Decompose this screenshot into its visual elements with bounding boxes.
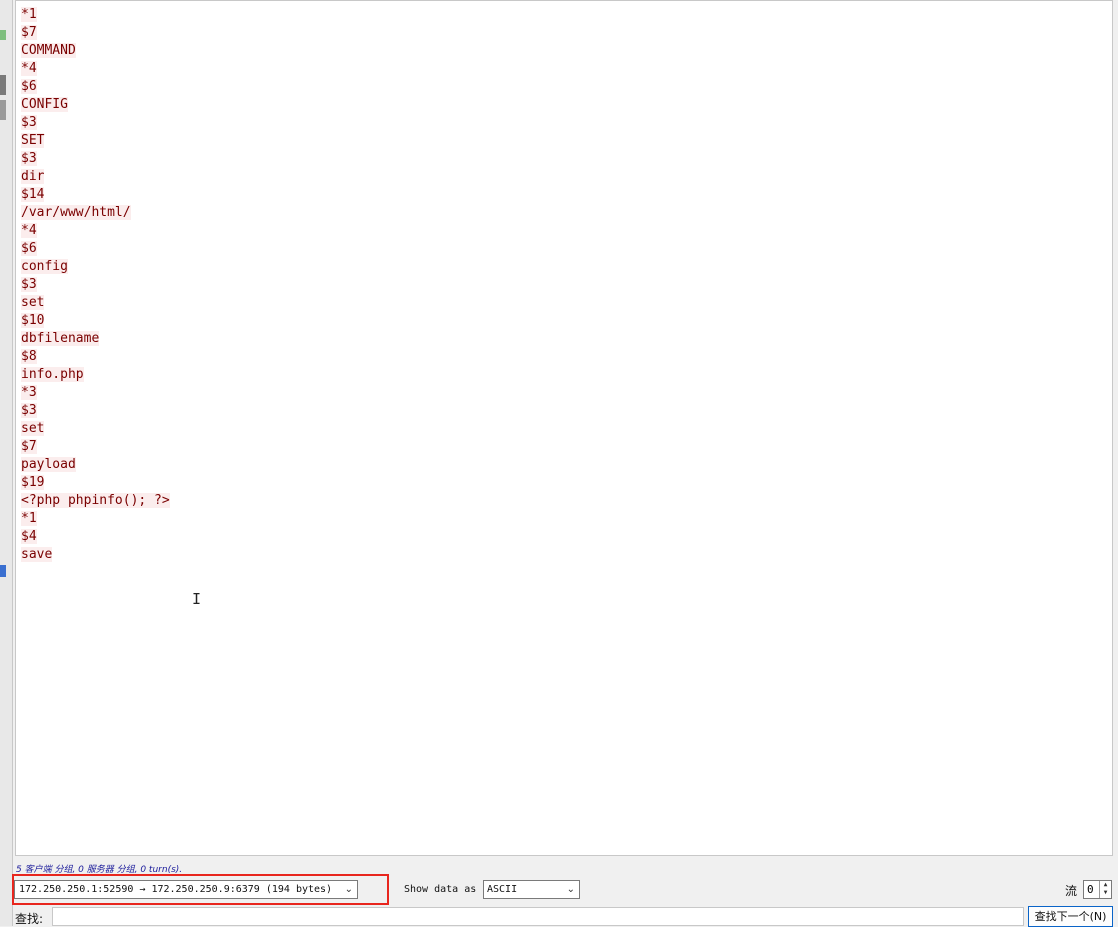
stream-line: $3 <box>21 150 170 168</box>
stream-line-text: $6 <box>21 241 37 256</box>
stream-line: $3 <box>21 114 170 132</box>
stream-line: $3 <box>21 276 170 294</box>
stream-line: $3 <box>21 402 170 420</box>
left-background-strip <box>0 0 13 926</box>
stream-line: $10 <box>21 312 170 330</box>
stream-line-text: *1 <box>21 7 37 22</box>
background-bar <box>0 565 6 577</box>
stream-line-text: CONFIG <box>21 97 68 112</box>
show-data-value: ASCII <box>487 884 518 895</box>
background-bar <box>0 30 6 40</box>
stream-line-text: $7 <box>21 439 37 454</box>
stream-line: save <box>21 546 170 564</box>
stream-line-text: /var/www/html/ <box>21 205 131 220</box>
stream-line-text: COMMAND <box>21 43 76 58</box>
stream-line: $6 <box>21 78 170 96</box>
stream-line: $6 <box>21 240 170 258</box>
find-next-button[interactable]: 查找下一个(N) <box>1028 906 1113 927</box>
stream-line: <?php phpinfo(); ?> <box>21 492 170 510</box>
stream-line-text: config <box>21 259 68 274</box>
stream-line: *4 <box>21 222 170 240</box>
stream-line-text: $7 <box>21 25 37 40</box>
stream-line: *1 <box>21 510 170 528</box>
stream-line: config <box>21 258 170 276</box>
stream-line: $7 <box>21 24 170 42</box>
stream-line: *4 <box>21 60 170 78</box>
spin-arrows-icon[interactable]: ▲ ▼ <box>1099 881 1111 898</box>
stream-line-text: *4 <box>21 223 37 238</box>
stream-line-text: $10 <box>21 313 45 328</box>
stream-line-text: <?php phpinfo(); ?> <box>21 493 170 508</box>
background-bar <box>0 75 6 95</box>
stream-line-text: $6 <box>21 79 37 94</box>
conversation-select[interactable]: 172.250.250.1:52590 → 172.250.250.9:6379… <box>14 880 358 899</box>
stream-line-text: $14 <box>21 187 45 202</box>
stream-line-text: *4 <box>21 61 37 76</box>
stream-line-text: set <box>21 421 45 436</box>
stream-line-text: $19 <box>21 475 45 490</box>
stream-content-pane[interactable]: *1 $7 COMMAND *4 $6 CONFIG $3 SET $3 dir $14/var/w… <box>15 0 1113 856</box>
stream-line-text: $3 <box>21 277 37 292</box>
stream-line: $19 <box>21 474 170 492</box>
stream-line: SET <box>21 132 170 150</box>
show-data-select[interactable]: ASCII ⌄ <box>483 880 580 899</box>
stream-line: dir <box>21 168 170 186</box>
stream-line: *1 <box>21 6 170 24</box>
stream-index-spinner[interactable]: 0 ▲ ▼ <box>1083 880 1112 899</box>
stream-line-text: $3 <box>21 403 37 418</box>
text-cursor-icon: I <box>192 590 202 608</box>
chevron-down-icon: ⌄ <box>344 884 353 895</box>
background-bar <box>0 100 6 120</box>
stream-line: set <box>21 294 170 312</box>
stream-line-text: $3 <box>21 151 37 166</box>
stream-line: $4 <box>21 528 170 546</box>
stream-lines: *1 $7 COMMAND *4 $6 CONFIG $3 SET $3 dir $14/var/w… <box>21 6 170 564</box>
stream-line-text: $8 <box>21 349 37 364</box>
stream-line: set <box>21 420 170 438</box>
stream-index-value: 0 <box>1087 883 1094 896</box>
stream-line-text: info.php <box>21 367 84 382</box>
conversation-select-value: 172.250.250.1:52590 → 172.250.250.9:6379… <box>19 884 333 895</box>
stream-line-text: save <box>21 547 53 562</box>
stream-line: payload <box>21 456 170 474</box>
stream-line-text: set <box>21 295 45 310</box>
stream-line: $7 <box>21 438 170 456</box>
find-label: 查找: <box>15 912 44 926</box>
stream-line: $8 <box>21 348 170 366</box>
stream-line-text: $4 <box>21 529 37 544</box>
stream-index-label: 流 <box>1065 884 1078 898</box>
stream-line: dbfilename <box>21 330 170 348</box>
stream-line-text: dir <box>21 169 45 184</box>
stream-line: $14 <box>21 186 170 204</box>
stream-line-text: *3 <box>21 385 37 400</box>
find-input[interactable] <box>52 907 1024 926</box>
stream-line-text: SET <box>21 133 45 148</box>
stream-line-text: $3 <box>21 115 37 130</box>
chevron-down-icon: ⌄ <box>566 884 575 895</box>
stream-line: COMMAND <box>21 42 170 60</box>
stream-line: CONFIG <box>21 96 170 114</box>
stream-line: *3 <box>21 384 170 402</box>
show-data-label: Show data as <box>404 884 477 895</box>
stream-line-text: payload <box>21 457 76 472</box>
stream-line: info.php <box>21 366 170 384</box>
stream-line: /var/www/html/ <box>21 204 170 222</box>
stream-line-text: *1 <box>21 511 37 526</box>
stream-line-text: dbfilename <box>21 331 100 346</box>
